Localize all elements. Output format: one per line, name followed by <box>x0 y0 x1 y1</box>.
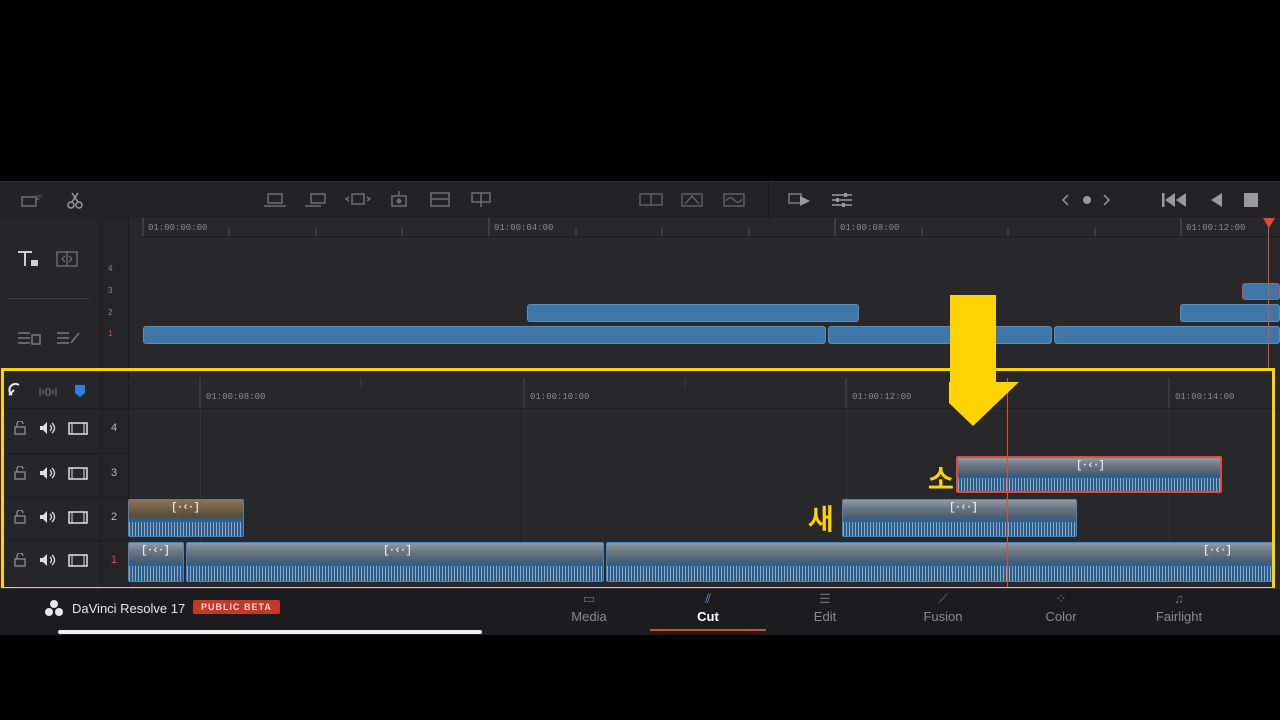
dot-icon[interactable] <box>1077 188 1097 212</box>
upper-track-number: 2 <box>108 308 113 317</box>
upper-track-number: 4 <box>108 264 113 273</box>
tab-fusion[interactable]: ⟋ Fusion <box>885 589 1001 633</box>
upper-track-header <box>0 218 99 370</box>
tab-label: Color <box>1045 609 1077 624</box>
page-navigation-bar: DaVinci Resolve 17 PUBLIC BETA ▭ Media ⫽… <box>0 588 1280 635</box>
smooth-cut-icon[interactable] <box>721 188 747 212</box>
color-icon: ⁘ <box>1055 591 1067 606</box>
arrow-down-icon <box>927 294 1021 433</box>
audio-trim-icon[interactable] <box>55 249 81 274</box>
app-name: DaVinci Resolve 17 <box>72 601 186 616</box>
tab-fairlight[interactable]: ♫ Fairlight <box>1121 589 1237 633</box>
ripple-overwrite-icon[interactable] <box>345 188 371 212</box>
upper-track-area[interactable]: 01:00:00:00 01:00:04:00 01:00:08:00 01:0… <box>142 218 1280 370</box>
overview-clip[interactable] <box>143 326 826 344</box>
cut-icon: ⫽ <box>705 591 711 606</box>
upper-ruler[interactable]: 01:00:00:00 01:00:04:00 01:00:08:00 01:0… <box>142 218 1280 237</box>
playhead-marker-icon[interactable] <box>1263 218 1275 228</box>
upper-track-number: 3 <box>108 286 113 295</box>
zoom-out-icon[interactable] <box>55 328 83 353</box>
fairlight-icon: ♫ <box>1174 591 1184 606</box>
tab-label: Cut <box>697 609 719 624</box>
source-overwrite-icon[interactable] <box>468 188 494 212</box>
tab-color[interactable]: ⁘ Color <box>1003 589 1119 633</box>
overview-clip[interactable] <box>1054 326 1280 344</box>
ruler-label: 01:00:04:00 <box>494 223 554 233</box>
scissors-icon[interactable] <box>62 188 88 212</box>
settings-sliders-icon[interactable] <box>829 188 855 212</box>
ruler-label: 01:00:12:00 <box>1186 223 1246 233</box>
prev-icon[interactable] <box>1055 188 1075 212</box>
zoom-in-icon[interactable] <box>16 328 44 353</box>
ruler-label: 01:00:08:00 <box>840 223 900 233</box>
highlight-box <box>1 368 1275 590</box>
progress-indicator <box>58 630 482 634</box>
media-icon: ▭ <box>582 591 596 606</box>
close-up-icon[interactable] <box>386 188 412 212</box>
dissolve-icon[interactable] <box>679 188 705 212</box>
annotation-label-sae: 새 <box>808 503 834 536</box>
tab-cut[interactable]: ⫽ Cut <box>650 589 766 633</box>
toolbar-divider <box>768 182 769 219</box>
svg-text:zᶻ: zᶻ <box>36 193 43 202</box>
snooze-icon[interactable]: zᶻ <box>20 188 46 212</box>
ruler-label: 01:00:00:00 <box>148 223 208 233</box>
upper-timeline: 4 3 2 1 01:00:00:00 01:00:04:00 01:00:08… <box>0 218 1280 370</box>
playhead-play-icon[interactable] <box>787 188 813 212</box>
davinci-logo-icon <box>44 599 64 622</box>
stop-icon[interactable] <box>1238 188 1264 212</box>
tab-label: Media <box>571 609 607 624</box>
place-on-top-icon[interactable] <box>427 188 453 212</box>
play-reverse-icon[interactable] <box>1203 188 1229 212</box>
next-icon[interactable] <box>1097 188 1117 212</box>
annotation-label-so: 소 <box>928 463 954 496</box>
upper-track-number-active: 1 <box>108 329 113 338</box>
go-to-start-icon[interactable] <box>1160 188 1186 212</box>
overview-clip-selected[interactable] <box>1242 283 1280 300</box>
edit-icon: ☰ <box>819 591 831 606</box>
overview-clip[interactable] <box>1180 304 1280 322</box>
split-clip-icon[interactable] <box>638 188 664 212</box>
cut-toolbar: zᶻ <box>0 181 1280 219</box>
upper-playhead[interactable] <box>1268 218 1269 370</box>
header-divider <box>8 298 90 299</box>
tab-label: Fusion <box>923 609 963 624</box>
public-beta-badge: PUBLIC BETA <box>193 600 280 614</box>
overview-clip[interactable] <box>527 304 859 322</box>
tab-label: Edit <box>813 609 837 624</box>
append-icon[interactable] <box>303 188 329 212</box>
tab-media[interactable]: ▭ Media <box>531 589 647 633</box>
fusion-icon: ⟋ <box>938 591 948 606</box>
tab-label: Fairlight <box>1155 609 1203 624</box>
track-lock-icon[interactable] <box>16 248 42 275</box>
tab-edit[interactable]: ☰ Edit <box>767 589 883 633</box>
smart-insert-icon[interactable] <box>262 188 288 212</box>
upper-track-numbers: 4 3 2 1 <box>98 218 129 370</box>
